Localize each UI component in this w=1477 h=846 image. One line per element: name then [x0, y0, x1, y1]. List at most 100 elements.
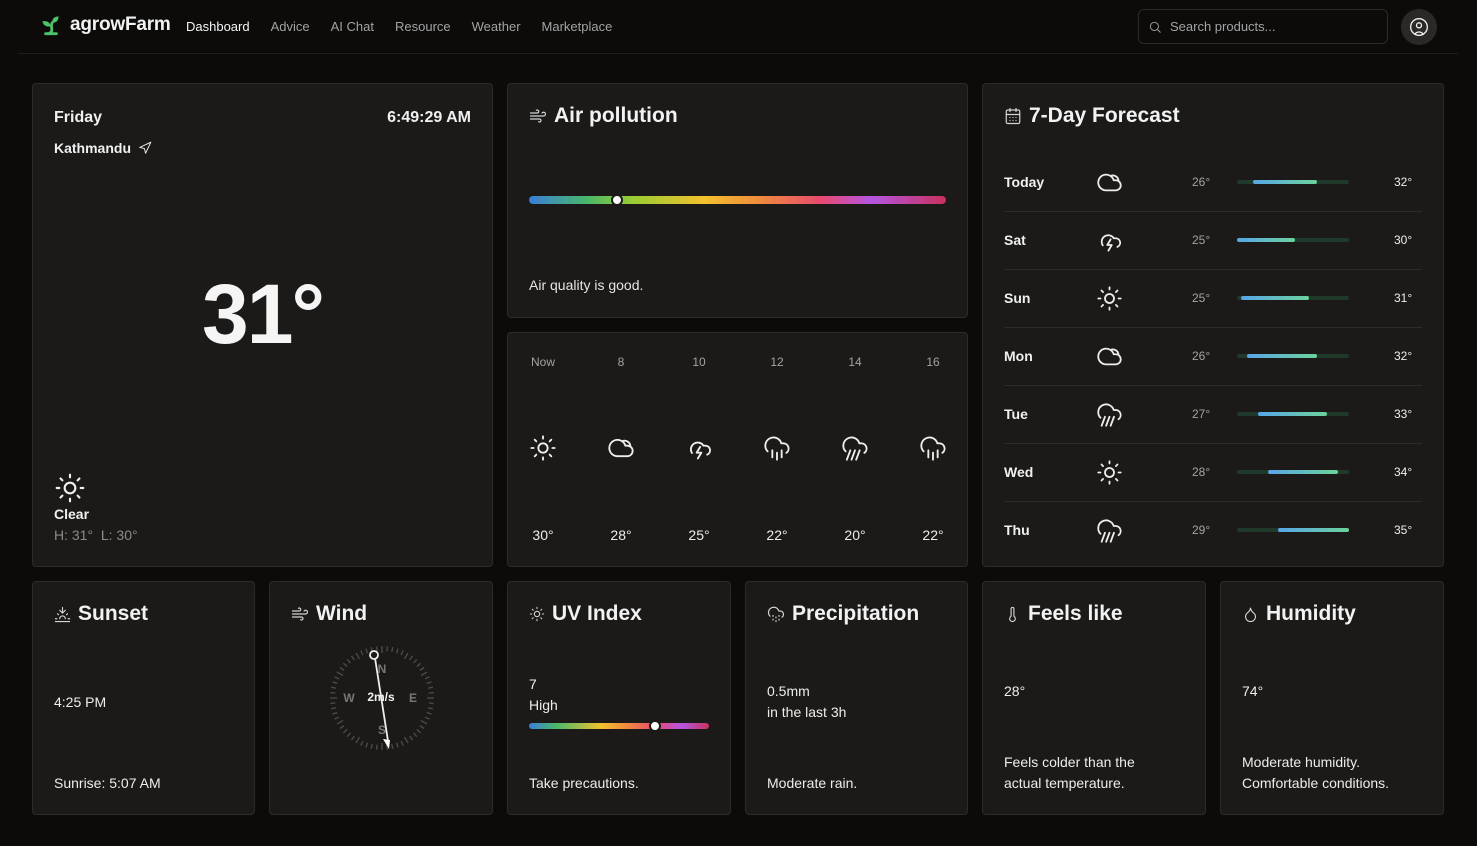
current-high-low: H: 31° L: 30° — [54, 527, 138, 543]
cloud-lightning-icon — [1096, 227, 1123, 254]
main-nav: Dashboard Advice AI Chat Resource Weathe… — [186, 19, 612, 34]
current-time: 6:49:29 AM — [387, 109, 471, 126]
forecast-range-fill — [1258, 412, 1327, 416]
forecast-range-fill — [1247, 354, 1317, 358]
top-nav-bar: agrowFarm Dashboard Advice AI Chat Resou… — [18, 0, 1458, 54]
humidity-description-1: Moderate humidity. — [1242, 754, 1361, 770]
air-quality-indicator — [610, 194, 623, 206]
precipitation-card: Precipitation 0.5mm in the last 3h Moder… — [745, 581, 968, 815]
feels-like-card: Feels like 28° Feels colder than the act… — [982, 581, 1206, 815]
cloud-rain-icon — [919, 434, 947, 462]
user-avatar-button[interactable] — [1401, 9, 1437, 45]
cloud-lightning-icon — [685, 434, 713, 462]
search-icon — [1149, 21, 1161, 33]
hour-temp: 20° — [844, 527, 866, 543]
hour-label: 16 — [926, 355, 940, 369]
wind-title: Wind — [291, 602, 367, 626]
search-box[interactable] — [1138, 9, 1388, 44]
forecast-low: 29° — [1192, 523, 1211, 537]
forecast-day: Mon — [1004, 348, 1033, 364]
sunset-time: 4:25 PM — [54, 694, 107, 710]
forecast-low: 27° — [1192, 407, 1211, 421]
forecast-range-fill — [1278, 528, 1349, 532]
forecast-low: 28° — [1192, 465, 1211, 479]
calendar-icon — [1005, 107, 1021, 125]
hourly-item: 14 20° — [825, 333, 885, 563]
compass-north: N — [378, 662, 387, 676]
sun-icon — [529, 606, 545, 622]
hour-label: 12 — [770, 355, 784, 369]
forecast-high: 34° — [1394, 465, 1413, 479]
sprout-logo-icon — [42, 16, 59, 36]
hour-label: Now — [530, 355, 555, 369]
forecast-day: Sat — [1004, 232, 1026, 248]
cloud-icon — [607, 434, 635, 462]
humidity-title: Humidity — [1242, 602, 1356, 626]
forecast-row: Tue 27° 33° — [1004, 386, 1422, 444]
logo[interactable]: agrowFarm — [38, 12, 171, 38]
current-day: Friday — [54, 109, 103, 126]
forecast-range-bar — [1237, 528, 1349, 532]
air-quality-message: Air quality is good. — [529, 277, 644, 293]
hour-temp: 28° — [610, 527, 632, 543]
feels-like-description-1: Feels colder than the — [1004, 754, 1135, 770]
forecast-range-fill — [1237, 238, 1296, 242]
forecast-day: Thu — [1004, 522, 1030, 538]
hour-label: 14 — [848, 355, 862, 369]
hour-temp: 22° — [766, 527, 788, 543]
humidity-value: 74° — [1242, 683, 1264, 699]
humidity-card: Humidity 74° Moderate humidity. Comforta… — [1220, 581, 1444, 815]
forecast-low: 26° — [1192, 349, 1211, 363]
forecast-range-bar — [1237, 180, 1349, 184]
forecast-high: 32° — [1394, 175, 1413, 189]
hourly-forecast-card: Now 30° 8 28° 10 25° 12 22° 14 20° 16 22° — [507, 332, 968, 567]
forecast-day: Tue — [1004, 406, 1028, 422]
forecast-range-fill — [1268, 470, 1338, 474]
high-temp: H: 31° — [54, 527, 94, 543]
current-weather-card: Friday 6:49:29 AM Kathmandu 31° Clear H:… — [32, 83, 493, 567]
precipitation-amount: 0.5mm — [767, 683, 810, 699]
nav-weather[interactable]: Weather — [472, 19, 521, 34]
cloud-rain-heavy-icon — [1096, 401, 1123, 428]
droplet-icon — [1244, 607, 1257, 622]
air-pollution-card: Air pollution Air quality is good. — [507, 83, 968, 318]
sun-icon — [1096, 459, 1123, 486]
uv-level: High — [529, 697, 558, 713]
precipitation-title: Precipitation — [767, 602, 919, 626]
forecast-range-fill — [1252, 180, 1317, 184]
nav-ai-chat[interactable]: AI Chat — [331, 19, 374, 34]
hour-label: 10 — [692, 355, 706, 369]
uv-index-card: UV Index 7 High Take precautions. — [507, 581, 731, 815]
nav-resource[interactable]: Resource — [395, 19, 451, 34]
forecast-row: Mon 26° 32° — [1004, 328, 1422, 386]
feels-like-description-2: actual temperature. — [1004, 775, 1125, 791]
hour-label: 8 — [617, 355, 625, 369]
forecast-range-bar — [1237, 470, 1349, 474]
thermometer-icon — [1009, 606, 1016, 622]
cloud-rain-heavy-icon — [1096, 517, 1123, 544]
forecast-range-fill — [1241, 296, 1309, 300]
precipitation-description: Moderate rain. — [767, 775, 858, 791]
forecast-day: Today — [1004, 174, 1045, 190]
forecast-row: Sat 25° 30° — [1004, 212, 1422, 270]
sun-icon — [529, 434, 557, 462]
forecast-high: 32° — [1394, 349, 1413, 363]
forecast-high: 33° — [1394, 407, 1413, 421]
forecast-row: Thu 29° 35° — [1004, 502, 1422, 560]
air-quality-gradient-bar — [529, 196, 946, 204]
wind-icon — [291, 607, 309, 621]
search-input[interactable] — [1170, 19, 1380, 34]
nav-advice[interactable]: Advice — [271, 19, 310, 34]
nav-marketplace[interactable]: Marketplace — [542, 19, 613, 34]
uv-indicator — [649, 720, 661, 732]
hour-temp: 22° — [922, 527, 944, 543]
uv-index-title: UV Index — [529, 602, 642, 626]
nav-dashboard[interactable]: Dashboard — [186, 19, 250, 34]
hour-temp: 30° — [532, 527, 554, 543]
low-temp: L: 30° — [100, 527, 138, 543]
forecast-low: 26° — [1192, 175, 1211, 189]
forecast-row: Today 26° 32° — [1004, 154, 1422, 212]
wind-arrow-tail — [369, 650, 379, 660]
forecast-row: Wed 28° 34° — [1004, 444, 1422, 502]
sunset-card: Sunset 4:25 PM Sunrise: 5:07 AM — [32, 581, 255, 815]
